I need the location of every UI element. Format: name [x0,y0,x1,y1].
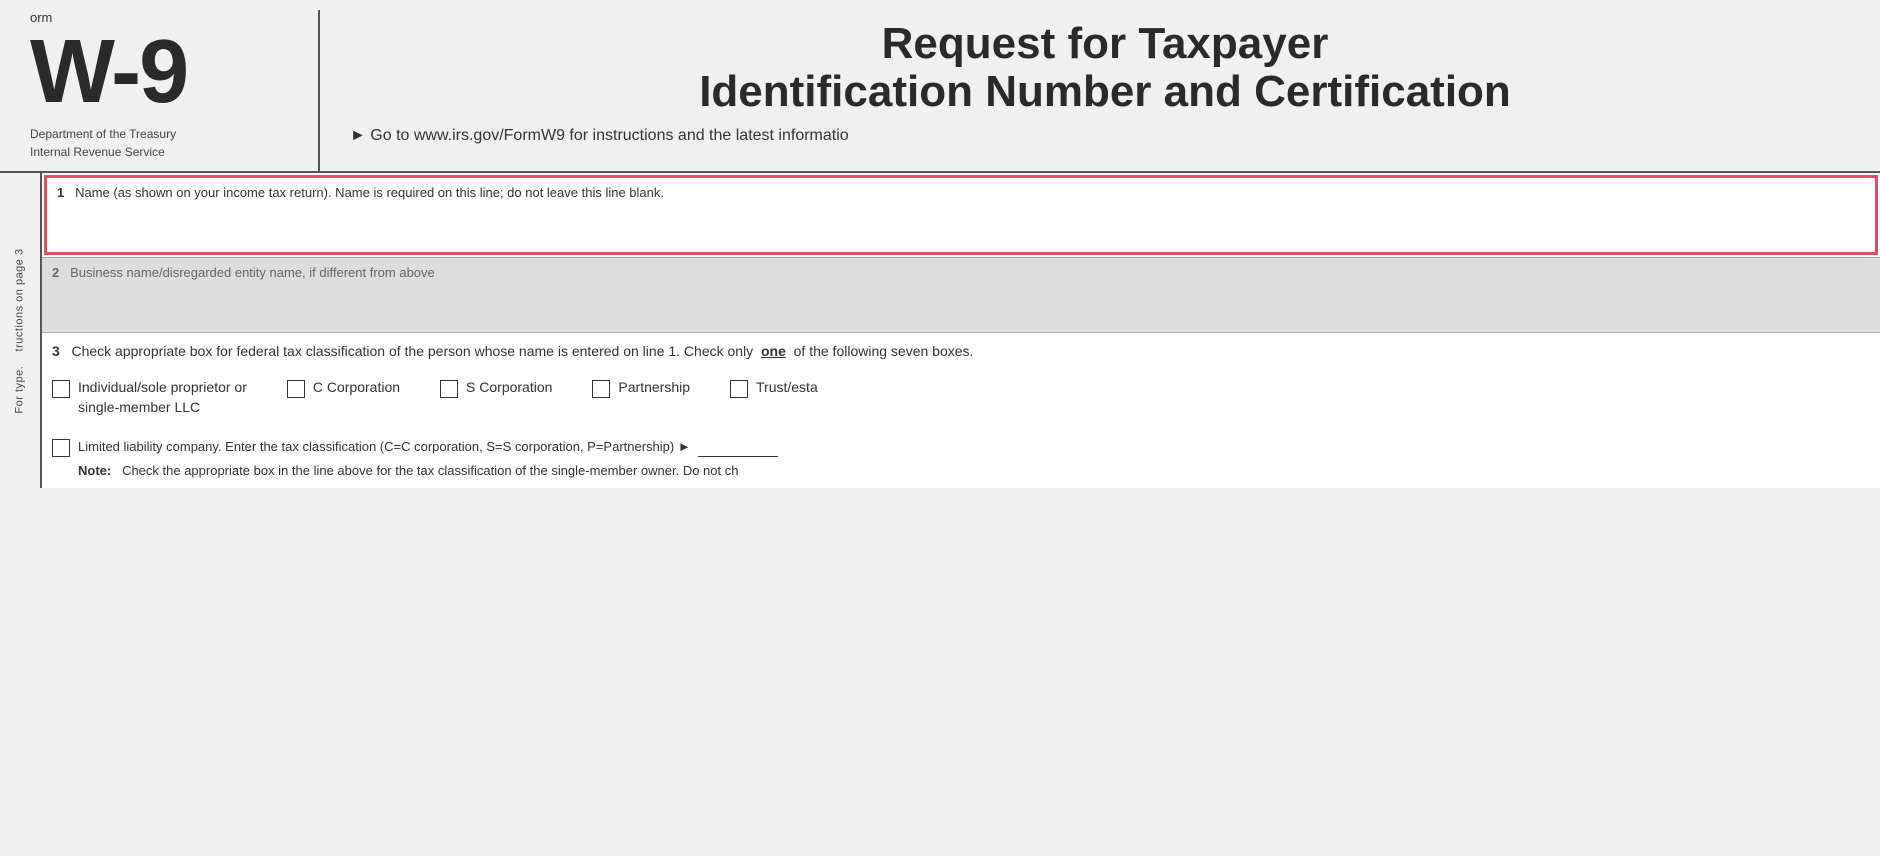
checkbox-trust: Trust/esta [730,378,818,398]
checkbox-s-corp-label: S Corporation [466,378,552,398]
header-left: orm W-9 Department of the Treasury Inter… [0,10,320,171]
checkbox-partnership-box[interactable] [592,380,610,398]
form-page: orm W-9 Department of the Treasury Inter… [0,0,1880,856]
checkbox-trust-label: Trust/esta [756,378,818,398]
form-title: Request for Taxpayer Identification Numb… [350,20,1860,117]
title-line1: Request for Taxpayer [350,20,1860,68]
field-3-title: 3 Check appropriate box for federal tax … [52,341,1870,362]
checkbox-individual: Individual/sole proprietor or single-mem… [52,378,247,417]
checkbox-s-corp: S Corporation [440,378,552,398]
checkbox-partnership: Partnership [592,378,690,398]
note-row: Note: Check the appropriate box in the l… [52,463,1870,478]
field-1-label: 1 Name (as shown on your income tax retu… [57,185,664,200]
checkbox-individual-box[interactable] [52,380,70,398]
form-header: orm W-9 Department of the Treasury Inter… [0,0,1880,173]
checkbox-c-corp-box[interactable] [287,380,305,398]
checkbox-llc-box[interactable] [52,439,70,457]
checkbox-c-corp-label: C Corporation [313,378,400,398]
title-line2: Identification Number and Certification [350,68,1860,116]
form-number: W-9 [30,27,187,117]
form-instruction: ► Go to www.irs.gov/FormW9 for instructi… [350,127,1860,145]
llc-line [698,456,778,457]
dept-line1: Department of the Treasury [30,125,176,143]
tax-classification-checkboxes: Individual/sole proprietor or single-mem… [52,378,1870,417]
checkbox-individual-label: Individual/sole proprietor or single-mem… [78,378,247,417]
llc-row: Limited liability company. Enter the tax… [52,437,1870,457]
checkbox-partnership-label: Partnership [618,378,690,398]
form-fields: 1 Name (as shown on your income tax retu… [40,173,1880,488]
checkbox-trust-box[interactable] [730,380,748,398]
field-1-container: 1 Name (as shown on your income tax retu… [44,175,1878,255]
field-2-input[interactable] [52,286,1870,302]
field-2-label: 2 Business name/disregarded entity name,… [52,265,435,280]
checkbox-s-corp-box[interactable] [440,380,458,398]
side-label: For type. tructions on page 3 [0,173,40,488]
field-2-container: 2 Business name/disregarded entity name,… [42,257,1880,332]
side-label-text: For type. tructions on page 3 [14,248,26,413]
field-3-container: 3 Check appropriate box for federal tax … [42,332,1880,488]
form-body: For type. tructions on page 3 1 Name (as… [0,173,1880,488]
field-1-input[interactable] [57,206,1865,222]
header-right: Request for Taxpayer Identification Numb… [320,10,1880,171]
dept-line2: Internal Revenue Service [30,143,176,161]
llc-label: Limited liability company. Enter the tax… [78,437,778,457]
dept-info: Department of the Treasury Internal Reve… [30,125,176,161]
checkbox-c-corp: C Corporation [287,378,400,398]
